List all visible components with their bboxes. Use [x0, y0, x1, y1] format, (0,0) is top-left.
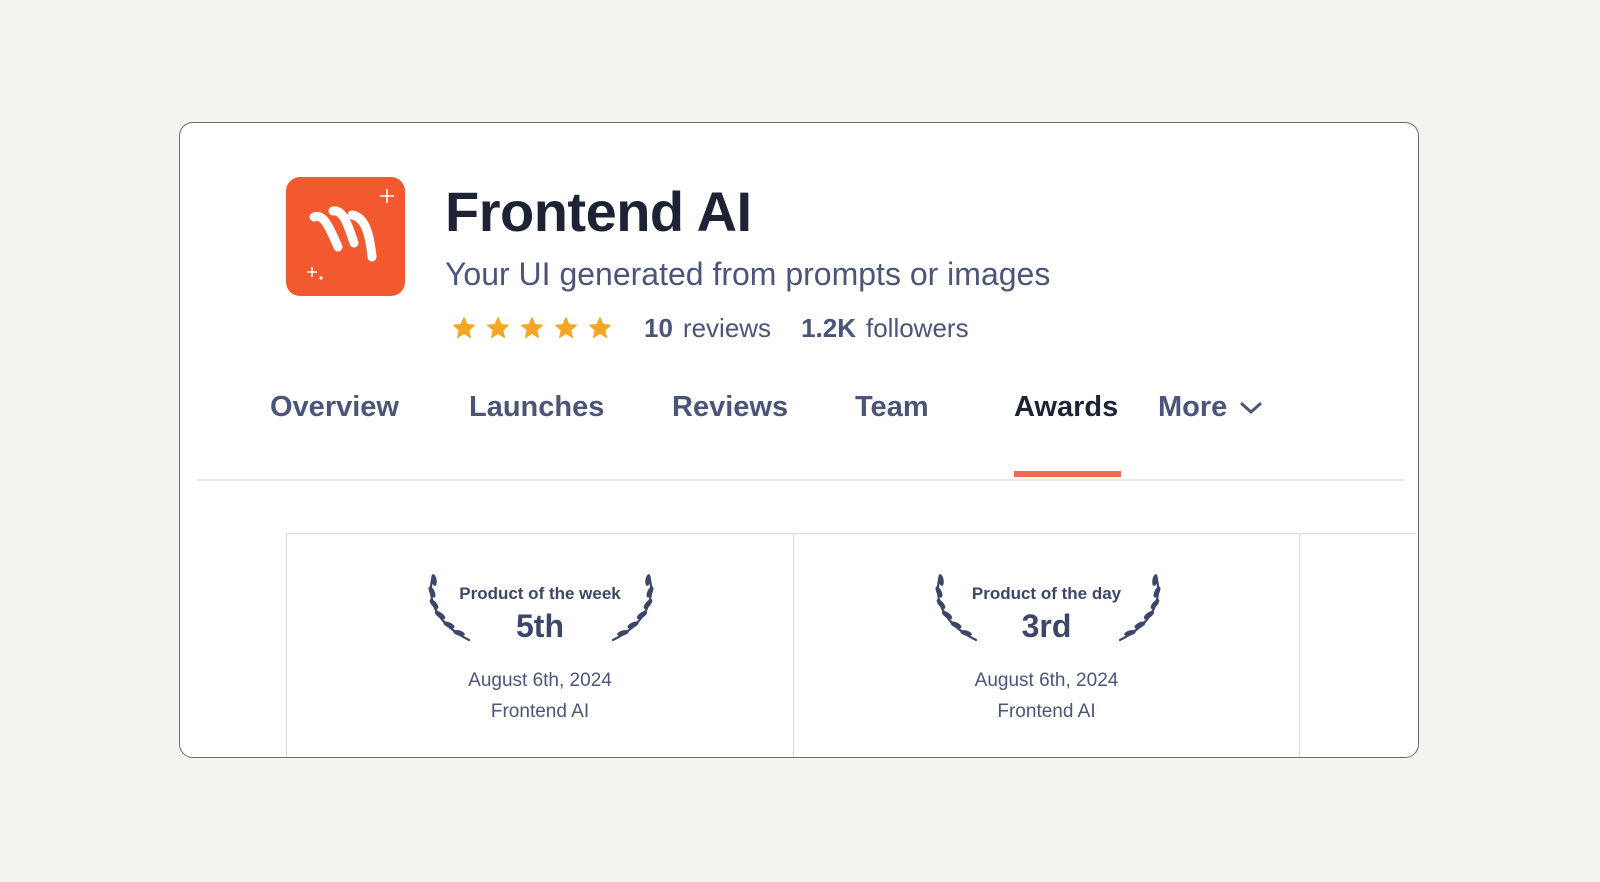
product-logo[interactable] — [286, 177, 405, 296]
product-stats: 10 reviews 1.2K followers — [450, 310, 969, 346]
followers-link[interactable]: 1.2K followers — [801, 313, 969, 344]
award-date: August 6th, 2024 — [974, 670, 1119, 691]
tab-team[interactable]: Team — [855, 391, 929, 424]
award-label: Product of the day — [971, 584, 1122, 603]
tab-bar: Overview Launches Reviews Team Awards Mo… — [180, 391, 1418, 451]
reviews-label: reviews — [682, 312, 772, 343]
awards-list: Product of the week 5th August 6th, 2024… — [286, 533, 1416, 757]
star-icon — [588, 316, 612, 339]
star-icon — [554, 316, 578, 339]
award-product: Frontend AI — [997, 701, 1096, 722]
award-card[interactable]: Product of the week 5th August 6th, 2024… — [286, 534, 793, 757]
award-label: Product of the week — [459, 584, 621, 603]
reviews-link[interactable]: 10 reviews — [644, 313, 771, 344]
active-tab-indicator — [1014, 471, 1121, 477]
logo-mark-icon — [307, 189, 394, 280]
product-name: Frontend AI — [445, 180, 752, 243]
award-date: August 6th, 2024 — [468, 670, 612, 691]
star-icon — [486, 316, 510, 339]
tab-launches[interactable]: Launches — [469, 391, 604, 424]
tab-more-label: More — [1158, 391, 1228, 423]
star-icon — [520, 316, 544, 339]
tab-reviews[interactable]: Reviews — [672, 391, 788, 424]
followers-count: 1.2K — [801, 312, 856, 343]
product-tagline: Your UI generated from prompts or images — [445, 256, 1051, 292]
followers-label: followers — [865, 312, 969, 343]
reviews-count: 10 — [644, 312, 673, 343]
award-rank: 5th — [516, 608, 564, 644]
award-rank: 3rd — [1021, 608, 1072, 644]
award-product: Frontend AI — [490, 701, 590, 722]
tab-overview[interactable]: Overview — [270, 391, 399, 424]
tab-awards[interactable]: Awards — [1014, 391, 1118, 424]
rating-stars[interactable] — [450, 314, 614, 342]
star-icon — [452, 316, 476, 339]
product-card: Frontend AI Your UI generated from promp… — [179, 122, 1419, 758]
award-card[interactable]: Product of the day 3rd August 6th, 2024 … — [793, 534, 1300, 757]
chevron-down-icon — [1240, 402, 1262, 414]
tab-divider — [197, 479, 1404, 481]
tab-more[interactable]: More — [1158, 391, 1263, 424]
